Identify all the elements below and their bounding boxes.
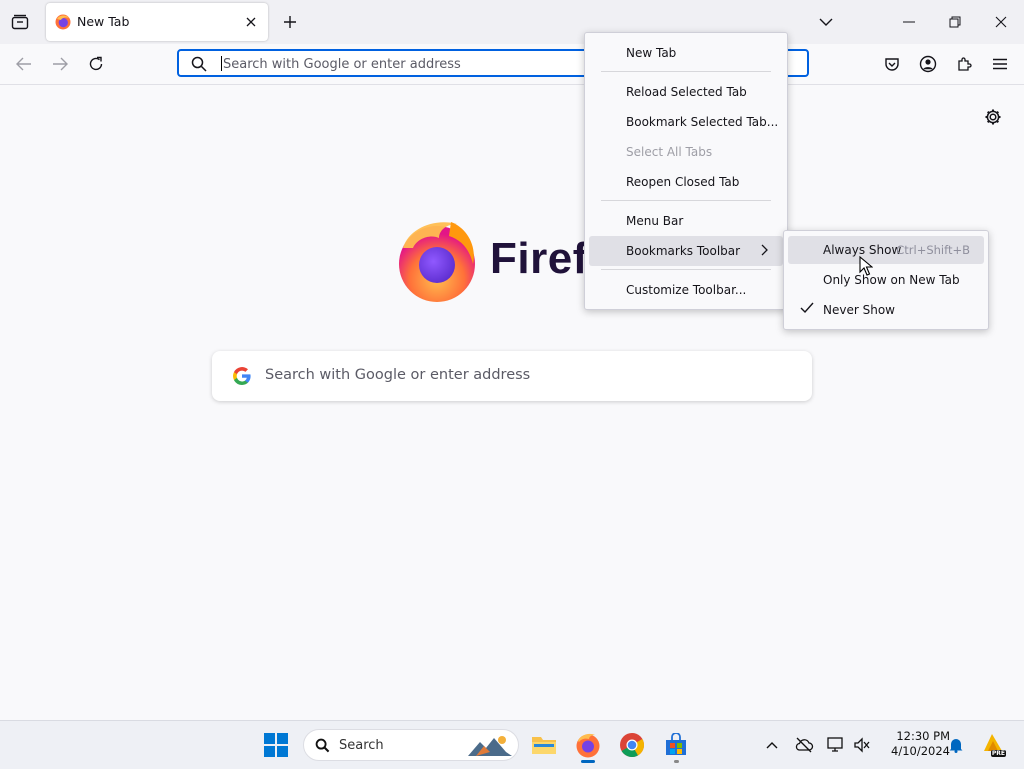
clock-date: 4/10/2024 xyxy=(891,744,950,758)
tab-close-button[interactable] xyxy=(242,13,260,31)
firefox-view-icon xyxy=(11,14,29,30)
account-button[interactable] xyxy=(914,50,942,78)
firefox-view-button[interactable] xyxy=(6,9,34,35)
reload-button[interactable] xyxy=(82,50,110,78)
tab-strip: New Tab xyxy=(0,0,1024,44)
arrow-left-icon xyxy=(16,57,31,71)
show-hidden-icons-button[interactable] xyxy=(762,735,782,755)
address-input[interactable] xyxy=(221,54,585,74)
submenu-item-label: Only Show on New Tab xyxy=(823,273,960,287)
windows-logo-icon xyxy=(264,733,288,757)
close-icon xyxy=(246,17,256,27)
menu-item-label: Bookmarks Toolbar xyxy=(626,244,741,258)
navigation-toolbar xyxy=(0,44,1024,85)
minimize-icon xyxy=(903,21,915,23)
submenu-item-label: Always Show xyxy=(823,243,902,257)
pocket-icon xyxy=(885,58,899,71)
search-icon xyxy=(315,738,330,753)
menu-separator xyxy=(601,269,771,270)
bookmarks-toolbar-submenu: Always Show Ctrl+Shift+B Only Show on Ne… xyxy=(783,230,989,330)
windows-taskbar: Search 12:30 PM 4/10/2024 PRE xyxy=(0,720,1024,769)
tab-new-tab[interactable]: New Tab xyxy=(46,3,268,41)
menu-item-reload-selected-tab[interactable]: Reload Selected Tab xyxy=(589,77,783,107)
menu-item-menu-bar[interactable]: Menu Bar xyxy=(589,206,783,236)
firefox-logo-icon xyxy=(399,222,475,302)
arrow-right-icon xyxy=(53,57,68,71)
hamburger-icon xyxy=(993,58,1007,70)
chevron-up-icon xyxy=(766,742,778,749)
network-icon xyxy=(827,737,843,752)
account-icon xyxy=(919,55,937,73)
plus-icon xyxy=(284,16,296,28)
text-caret xyxy=(221,56,222,71)
list-all-tabs-button[interactable] xyxy=(815,10,837,34)
restore-icon xyxy=(949,16,961,28)
chevron-right-icon xyxy=(761,244,768,256)
menu-item-bookmark-selected-tab[interactable]: Bookmark Selected Tab... xyxy=(589,107,783,137)
customize-new-tab-button[interactable] xyxy=(982,106,1004,128)
reload-icon xyxy=(89,56,103,71)
notifications-button[interactable] xyxy=(946,735,966,755)
taskbar-search-label: Search xyxy=(339,738,384,753)
menu-item-select-all-tabs[interactable]: Select All Tabs xyxy=(589,137,783,167)
network-button[interactable] xyxy=(826,735,846,755)
submenu-item-always-show[interactable]: Always Show Ctrl+Shift+B xyxy=(788,236,984,264)
keyboard-shortcut: Ctrl+Shift+B xyxy=(896,243,970,257)
tab-title: New Tab xyxy=(77,14,130,29)
search-placeholder: Search with Google or enter address xyxy=(265,367,531,383)
folder-icon xyxy=(532,737,556,754)
speaker-muted-icon xyxy=(854,737,870,753)
submenu-item-never-show[interactable]: Never Show xyxy=(788,296,984,324)
app-menu-button[interactable] xyxy=(986,50,1014,78)
running-app-indicator xyxy=(674,760,679,763)
new-tab-button[interactable] xyxy=(278,10,302,34)
chevron-down-icon xyxy=(819,18,833,26)
extensions-button[interactable] xyxy=(950,50,978,78)
firefox-favicon-icon xyxy=(55,14,71,30)
search-icon xyxy=(191,56,207,72)
mouse-cursor-icon xyxy=(859,256,873,276)
file-explorer-button[interactable] xyxy=(528,729,560,761)
system-clock[interactable]: 12:30 PM 4/10/2024 xyxy=(880,729,950,759)
menu-item-reopen-closed-tab[interactable]: Reopen Closed Tab xyxy=(589,167,783,197)
chrome-icon xyxy=(620,733,645,758)
submenu-item-label: Never Show xyxy=(823,303,895,317)
preview-badge: PRE xyxy=(990,750,1006,757)
pocket-button[interactable] xyxy=(878,50,906,78)
back-button[interactable] xyxy=(10,50,38,78)
checkmark-icon xyxy=(800,302,814,314)
bell-icon xyxy=(949,739,963,753)
chrome-taskbar-button[interactable] xyxy=(616,729,648,761)
google-logo-icon xyxy=(233,367,251,385)
active-app-indicator xyxy=(581,760,595,763)
menu-item-customize-toolbar[interactable]: Customize Toolbar... xyxy=(589,275,783,305)
submenu-item-only-show-on-new-tab[interactable]: Only Show on New Tab xyxy=(788,266,984,294)
firefox-taskbar-button[interactable] xyxy=(572,729,604,761)
menu-separator xyxy=(601,200,771,201)
firefox-icon xyxy=(576,733,600,758)
close-window-button[interactable] xyxy=(981,6,1021,38)
search-highlight-art-icon xyxy=(468,736,512,756)
gear-icon xyxy=(985,109,1001,125)
start-button[interactable] xyxy=(260,729,292,761)
copilot-preview-button[interactable]: PRE xyxy=(980,731,1006,757)
minimize-button[interactable] xyxy=(889,6,929,38)
cloud-offline-icon xyxy=(795,737,814,753)
onedrive-button[interactable] xyxy=(794,735,814,755)
new-tab-search-box[interactable]: Search with Google or enter address xyxy=(212,351,812,401)
restore-button[interactable] xyxy=(935,6,975,38)
forward-button[interactable] xyxy=(46,50,74,78)
puzzle-icon xyxy=(958,57,972,71)
close-icon xyxy=(995,16,1007,28)
microsoft-store-button[interactable] xyxy=(660,729,692,761)
taskbar-search[interactable]: Search xyxy=(303,729,519,761)
store-icon xyxy=(666,733,686,755)
menu-separator xyxy=(601,71,771,72)
volume-button[interactable] xyxy=(852,735,872,755)
tab-context-menu: New Tab Reload Selected Tab Bookmark Sel… xyxy=(584,32,788,310)
menu-item-bookmarks-toolbar[interactable]: Bookmarks Toolbar xyxy=(589,236,783,266)
clock-time: 12:30 PM xyxy=(896,729,950,743)
menu-item-new-tab[interactable]: New Tab xyxy=(589,38,783,68)
